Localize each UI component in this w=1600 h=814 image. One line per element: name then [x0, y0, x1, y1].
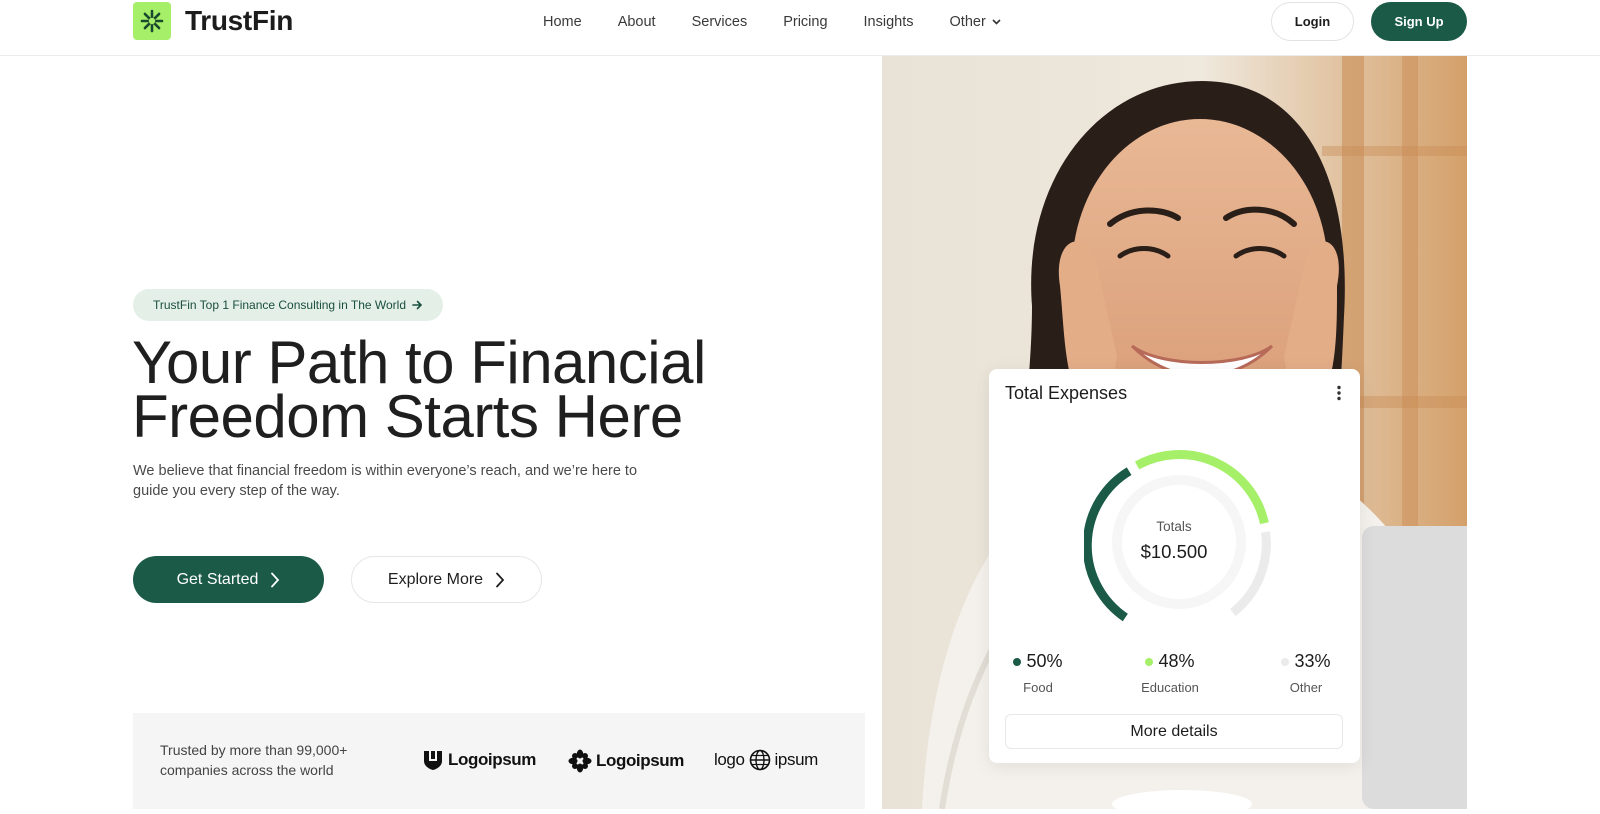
partner-logo-3: logo ipsum: [714, 749, 818, 771]
hero-badge[interactable]: TrustFin Top 1 Finance Consulting in The…: [133, 289, 444, 321]
chevron-down-icon: [992, 19, 1001, 25]
login-button[interactable]: Login: [1271, 2, 1354, 41]
chevron-right-icon: [271, 572, 280, 587]
card-title: Total Expenses: [1005, 383, 1128, 403]
nav-pricing-label: Pricing: [783, 14, 828, 30]
total-expenses-card: Total Expenses Totals $10.500 50% Food 4…: [989, 369, 1360, 763]
brand-logo[interactable]: TrustFin: [133, 2, 293, 40]
hero-title: Your Path to Financial Freedom Starts He…: [132, 333, 772, 447]
signup-button[interactable]: Sign Up: [1371, 2, 1467, 41]
legend-other: 33% Other: [1279, 651, 1333, 695]
starburst-icon: [133, 2, 171, 40]
nav-insights-label: Insights: [863, 14, 914, 30]
legend-other-label: Other: [1289, 680, 1323, 695]
explore-more-label: Explore More: [387, 570, 484, 588]
more-details-button[interactable]: More details: [1005, 714, 1343, 749]
trusted-text: Trusted by more than 99,000+ companies a…: [160, 742, 348, 778]
get-started-button[interactable]: Get Started: [133, 556, 324, 603]
hero-badge-label: TrustFin Top 1 Finance Consulting in The…: [153, 298, 407, 312]
flower-logo-icon: [568, 749, 592, 773]
nav-other-dropdown[interactable]: Other: [950, 12, 1001, 32]
get-started-label: Get Started: [176, 570, 259, 588]
donut-totals-value: $10.500: [1140, 541, 1208, 562]
globe-logo-icon: [749, 749, 770, 771]
nav-about-label: About: [617, 14, 656, 30]
partner-logo-3-text-a: logo: [714, 750, 745, 769]
partner-logo-2-text: Logoipsum: [596, 751, 684, 770]
nav-about[interactable]: About: [618, 12, 656, 32]
nav-other-label: Other: [949, 14, 986, 30]
nav-insights[interactable]: Insights: [864, 12, 914, 32]
brand-name: TrustFin: [185, 5, 294, 36]
hero-subtitle: We believe that financial freedom is wit…: [133, 463, 638, 499]
partner-logo-1: Logoipsum: [422, 749, 536, 771]
more-vertical-icon[interactable]: [1336, 385, 1342, 401]
legend-education-pct: 48%: [1158, 651, 1195, 671]
hero-title-line-2: Freedom Starts Here: [132, 383, 683, 450]
legend-education: 48% Education: [1135, 651, 1205, 695]
legend-other-pct: 33%: [1294, 651, 1331, 671]
nav-services[interactable]: Services: [692, 12, 748, 32]
partner-logo-3-text-b: ipsum: [774, 750, 819, 769]
nav-home-label: Home: [543, 14, 582, 30]
trusted-by-strip: Trusted by more than 99,000+ companies a…: [133, 713, 865, 809]
chevron-right-icon: [496, 572, 505, 587]
legend-dot-food: [1013, 657, 1022, 666]
nav-home[interactable]: Home: [543, 12, 582, 32]
nav-pricing[interactable]: Pricing: [783, 12, 827, 32]
arrow-right-icon: [412, 300, 423, 310]
legend-dot-other: [1281, 657, 1290, 666]
partner-logo-1-text: Logoipsum: [448, 750, 536, 769]
shield-logo-icon: [424, 751, 442, 770]
donut-totals-label: Totals: [1156, 519, 1192, 534]
site-header: TrustFin Home About Services Pricing Ins…: [0, 0, 1600, 56]
explore-more-button[interactable]: Explore More: [351, 556, 542, 603]
legend-food: 50% Food: [1013, 651, 1063, 695]
partner-logo-2: Logoipsum: [568, 749, 684, 773]
legend-food-label: Food: [1023, 680, 1053, 695]
legend-dot-education: [1145, 657, 1154, 666]
legend-food-pct: 50%: [1026, 651, 1063, 671]
nav-services-label: Services: [691, 14, 748, 30]
main-nav: Home About Services Pricing Insights Oth…: [543, 12, 1037, 32]
legend-education-label: Education: [1141, 680, 1199, 695]
